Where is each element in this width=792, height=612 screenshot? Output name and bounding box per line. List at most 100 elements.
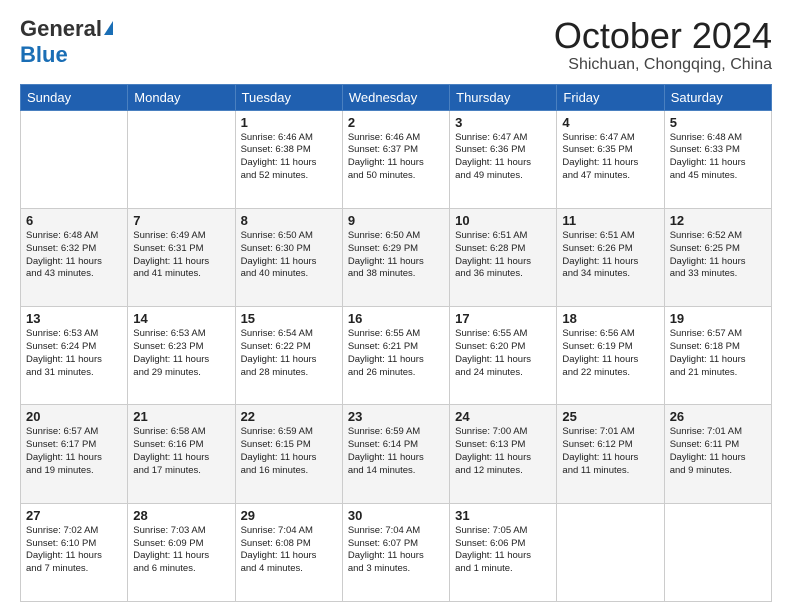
table-row: 18 Sunrise: 6:56 AM Sunset: 6:19 PM Dayli… bbox=[557, 307, 664, 405]
day-number: 15 bbox=[241, 311, 337, 326]
table-row: 28 Sunrise: 7:03 AM Sunset: 6:09 PM Dayli… bbox=[128, 503, 235, 601]
table-row: 10 Sunrise: 6:51 AM Sunset: 6:28 PM Dayli… bbox=[450, 208, 557, 306]
day-info: Sunrise: 6:56 AM Sunset: 6:19 PM Dayligh… bbox=[562, 328, 658, 379]
day-number: 23 bbox=[348, 409, 444, 424]
day-number: 18 bbox=[562, 311, 658, 326]
day-number: 6 bbox=[26, 213, 122, 228]
day-info: Sunrise: 6:50 AM Sunset: 6:29 PM Dayligh… bbox=[348, 230, 444, 281]
header-thursday: Thursday bbox=[450, 84, 557, 110]
table-row bbox=[21, 110, 128, 208]
logo-general: General bbox=[20, 16, 102, 42]
day-info: Sunrise: 6:57 AM Sunset: 6:18 PM Dayligh… bbox=[670, 328, 766, 379]
day-info: Sunrise: 6:57 AM Sunset: 6:17 PM Dayligh… bbox=[26, 426, 122, 477]
month-title: October 2024 bbox=[554, 16, 772, 56]
table-row: 4 Sunrise: 6:47 AM Sunset: 6:35 PM Daylig… bbox=[557, 110, 664, 208]
day-info: Sunrise: 7:01 AM Sunset: 6:12 PM Dayligh… bbox=[562, 426, 658, 477]
table-row: 14 Sunrise: 6:53 AM Sunset: 6:23 PM Dayli… bbox=[128, 307, 235, 405]
day-info: Sunrise: 6:59 AM Sunset: 6:14 PM Dayligh… bbox=[348, 426, 444, 477]
day-number: 16 bbox=[348, 311, 444, 326]
table-row bbox=[128, 110, 235, 208]
day-info: Sunrise: 6:55 AM Sunset: 6:21 PM Dayligh… bbox=[348, 328, 444, 379]
day-info: Sunrise: 6:53 AM Sunset: 6:23 PM Dayligh… bbox=[133, 328, 229, 379]
calendar-week-3: 13 Sunrise: 6:53 AM Sunset: 6:24 PM Dayli… bbox=[21, 307, 772, 405]
header-sunday: Sunday bbox=[21, 84, 128, 110]
day-info: Sunrise: 6:58 AM Sunset: 6:16 PM Dayligh… bbox=[133, 426, 229, 477]
day-number: 11 bbox=[562, 213, 658, 228]
day-info: Sunrise: 6:55 AM Sunset: 6:20 PM Dayligh… bbox=[455, 328, 551, 379]
day-number: 12 bbox=[670, 213, 766, 228]
header-monday: Monday bbox=[128, 84, 235, 110]
table-row: 6 Sunrise: 6:48 AM Sunset: 6:32 PM Daylig… bbox=[21, 208, 128, 306]
table-row: 21 Sunrise: 6:58 AM Sunset: 6:16 PM Dayli… bbox=[128, 405, 235, 503]
page: General Blue October 2024 Shichuan, Chon… bbox=[0, 0, 792, 612]
table-row: 3 Sunrise: 6:47 AM Sunset: 6:36 PM Daylig… bbox=[450, 110, 557, 208]
day-info: Sunrise: 6:52 AM Sunset: 6:25 PM Dayligh… bbox=[670, 230, 766, 281]
day-number: 24 bbox=[455, 409, 551, 424]
day-number: 31 bbox=[455, 508, 551, 523]
day-number: 14 bbox=[133, 311, 229, 326]
table-row: 27 Sunrise: 7:02 AM Sunset: 6:10 PM Dayli… bbox=[21, 503, 128, 601]
day-info: Sunrise: 7:01 AM Sunset: 6:11 PM Dayligh… bbox=[670, 426, 766, 477]
day-number: 3 bbox=[455, 115, 551, 130]
day-info: Sunrise: 7:05 AM Sunset: 6:06 PM Dayligh… bbox=[455, 525, 551, 576]
day-info: Sunrise: 6:47 AM Sunset: 6:35 PM Dayligh… bbox=[562, 132, 658, 183]
day-number: 29 bbox=[241, 508, 337, 523]
table-row: 23 Sunrise: 6:59 AM Sunset: 6:14 PM Dayli… bbox=[342, 405, 449, 503]
header-tuesday: Tuesday bbox=[235, 84, 342, 110]
day-number: 28 bbox=[133, 508, 229, 523]
day-info: Sunrise: 6:47 AM Sunset: 6:36 PM Dayligh… bbox=[455, 132, 551, 183]
header-wednesday: Wednesday bbox=[342, 84, 449, 110]
table-row: 24 Sunrise: 7:00 AM Sunset: 6:13 PM Dayli… bbox=[450, 405, 557, 503]
calendar-week-1: 1 Sunrise: 6:46 AM Sunset: 6:38 PM Daylig… bbox=[21, 110, 772, 208]
table-row: 25 Sunrise: 7:01 AM Sunset: 6:12 PM Dayli… bbox=[557, 405, 664, 503]
day-number: 27 bbox=[26, 508, 122, 523]
day-info: Sunrise: 6:46 AM Sunset: 6:37 PM Dayligh… bbox=[348, 132, 444, 183]
day-number: 25 bbox=[562, 409, 658, 424]
table-row: 26 Sunrise: 7:01 AM Sunset: 6:11 PM Dayli… bbox=[664, 405, 771, 503]
logo: General Blue bbox=[20, 16, 120, 68]
table-row: 7Sunrise: 6:49 AM Sunset: 6:31 PM Daylig… bbox=[128, 208, 235, 306]
day-info: Sunrise: 6:51 AM Sunset: 6:26 PM Dayligh… bbox=[562, 230, 658, 281]
day-info: Sunrise: 7:02 AM Sunset: 6:10 PM Dayligh… bbox=[26, 525, 122, 576]
table-row: 2 Sunrise: 6:46 AM Sunset: 6:37 PM Daylig… bbox=[342, 110, 449, 208]
header-friday: Friday bbox=[557, 84, 664, 110]
day-info: Sunrise: 6:50 AM Sunset: 6:30 PM Dayligh… bbox=[241, 230, 337, 281]
day-number: 13 bbox=[26, 311, 122, 326]
day-number: 21 bbox=[133, 409, 229, 424]
day-info: Sunrise: 6:49 AM Sunset: 6:31 PM Dayligh… bbox=[133, 230, 229, 281]
table-row: 22 Sunrise: 6:59 AM Sunset: 6:15 PM Dayli… bbox=[235, 405, 342, 503]
day-info: Sunrise: 7:04 AM Sunset: 6:08 PM Dayligh… bbox=[241, 525, 337, 576]
day-info: Sunrise: 6:53 AM Sunset: 6:24 PM Dayligh… bbox=[26, 328, 122, 379]
table-row: 19Sunrise: 6:57 AM Sunset: 6:18 PM Dayli… bbox=[664, 307, 771, 405]
day-info: Sunrise: 6:59 AM Sunset: 6:15 PM Dayligh… bbox=[241, 426, 337, 477]
table-row: 29 Sunrise: 7:04 AM Sunset: 6:08 PM Dayli… bbox=[235, 503, 342, 601]
day-info: Sunrise: 6:48 AM Sunset: 6:33 PM Dayligh… bbox=[670, 132, 766, 183]
table-row: 30 Sunrise: 7:04 AM Sunset: 6:07 PM Dayli… bbox=[342, 503, 449, 601]
day-number: 17 bbox=[455, 311, 551, 326]
day-number: 22 bbox=[241, 409, 337, 424]
day-info: Sunrise: 7:00 AM Sunset: 6:13 PM Dayligh… bbox=[455, 426, 551, 477]
table-row: 1 Sunrise: 6:46 AM Sunset: 6:38 PM Daylig… bbox=[235, 110, 342, 208]
day-info: Sunrise: 7:04 AM Sunset: 6:07 PM Dayligh… bbox=[348, 525, 444, 576]
day-info: Sunrise: 6:51 AM Sunset: 6:28 PM Dayligh… bbox=[455, 230, 551, 281]
table-row bbox=[557, 503, 664, 601]
calendar-table: Sunday Monday Tuesday Wednesday Thursday… bbox=[20, 84, 772, 602]
table-row: 17 Sunrise: 6:55 AM Sunset: 6:20 PM Dayli… bbox=[450, 307, 557, 405]
day-info: Sunrise: 6:48 AM Sunset: 6:32 PM Dayligh… bbox=[26, 230, 122, 281]
day-number: 2 bbox=[348, 115, 444, 130]
day-info: Sunrise: 6:54 AM Sunset: 6:22 PM Dayligh… bbox=[241, 328, 337, 379]
day-number: 9 bbox=[348, 213, 444, 228]
header-saturday: Saturday bbox=[664, 84, 771, 110]
logo-blue: Blue bbox=[20, 42, 68, 67]
table-row: 20Sunrise: 6:57 AM Sunset: 6:17 PM Dayli… bbox=[21, 405, 128, 503]
day-number: 26 bbox=[670, 409, 766, 424]
day-number: 1 bbox=[241, 115, 337, 130]
title-block: October 2024 Shichuan, Chongqing, China bbox=[554, 16, 772, 74]
day-number: 10 bbox=[455, 213, 551, 228]
day-number: 30 bbox=[348, 508, 444, 523]
table-row: 8Sunrise: 6:50 AM Sunset: 6:30 PM Daylig… bbox=[235, 208, 342, 306]
day-info: Sunrise: 6:46 AM Sunset: 6:38 PM Dayligh… bbox=[241, 132, 337, 183]
day-number: 4 bbox=[562, 115, 658, 130]
day-info: Sunrise: 7:03 AM Sunset: 6:09 PM Dayligh… bbox=[133, 525, 229, 576]
calendar-week-5: 27 Sunrise: 7:02 AM Sunset: 6:10 PM Dayli… bbox=[21, 503, 772, 601]
